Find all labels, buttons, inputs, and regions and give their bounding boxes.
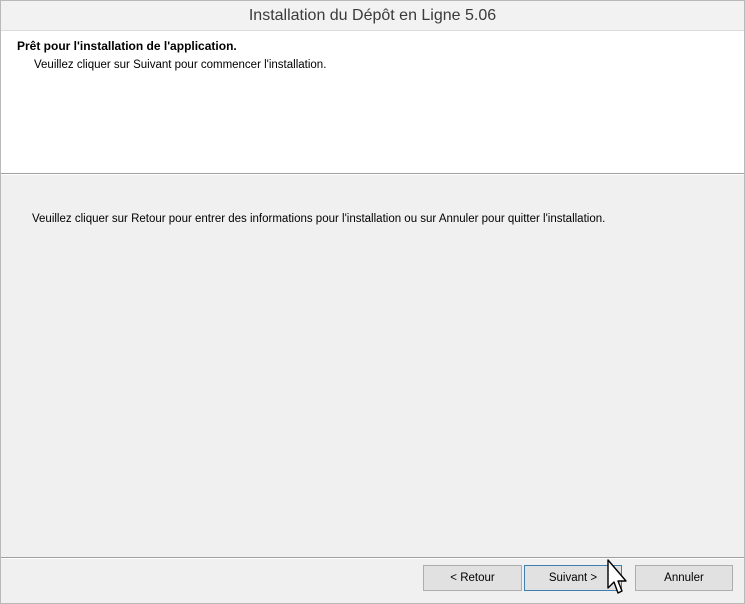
title-bar: Installation du Dépôt en Ligne 5.06 xyxy=(1,1,744,31)
instructions-text: Veuillez cliquer sur Retour pour entrer … xyxy=(32,213,606,225)
banner-subtitle: Veuillez cliquer sur Suivant pour commen… xyxy=(34,59,327,71)
mouse-pointer-icon xyxy=(607,559,627,594)
footer-divider xyxy=(1,557,744,559)
banner-title: Prêt pour l'installation de l'applicatio… xyxy=(17,39,237,53)
window-title: Installation du Dépôt en Ligne 5.06 xyxy=(248,6,497,24)
cancel-button[interactable]: Annuler xyxy=(635,565,733,591)
installer-window: Installation du Dépôt en Ligne 5.06 Prêt… xyxy=(0,0,745,604)
back-button[interactable]: < Retour xyxy=(423,565,522,591)
